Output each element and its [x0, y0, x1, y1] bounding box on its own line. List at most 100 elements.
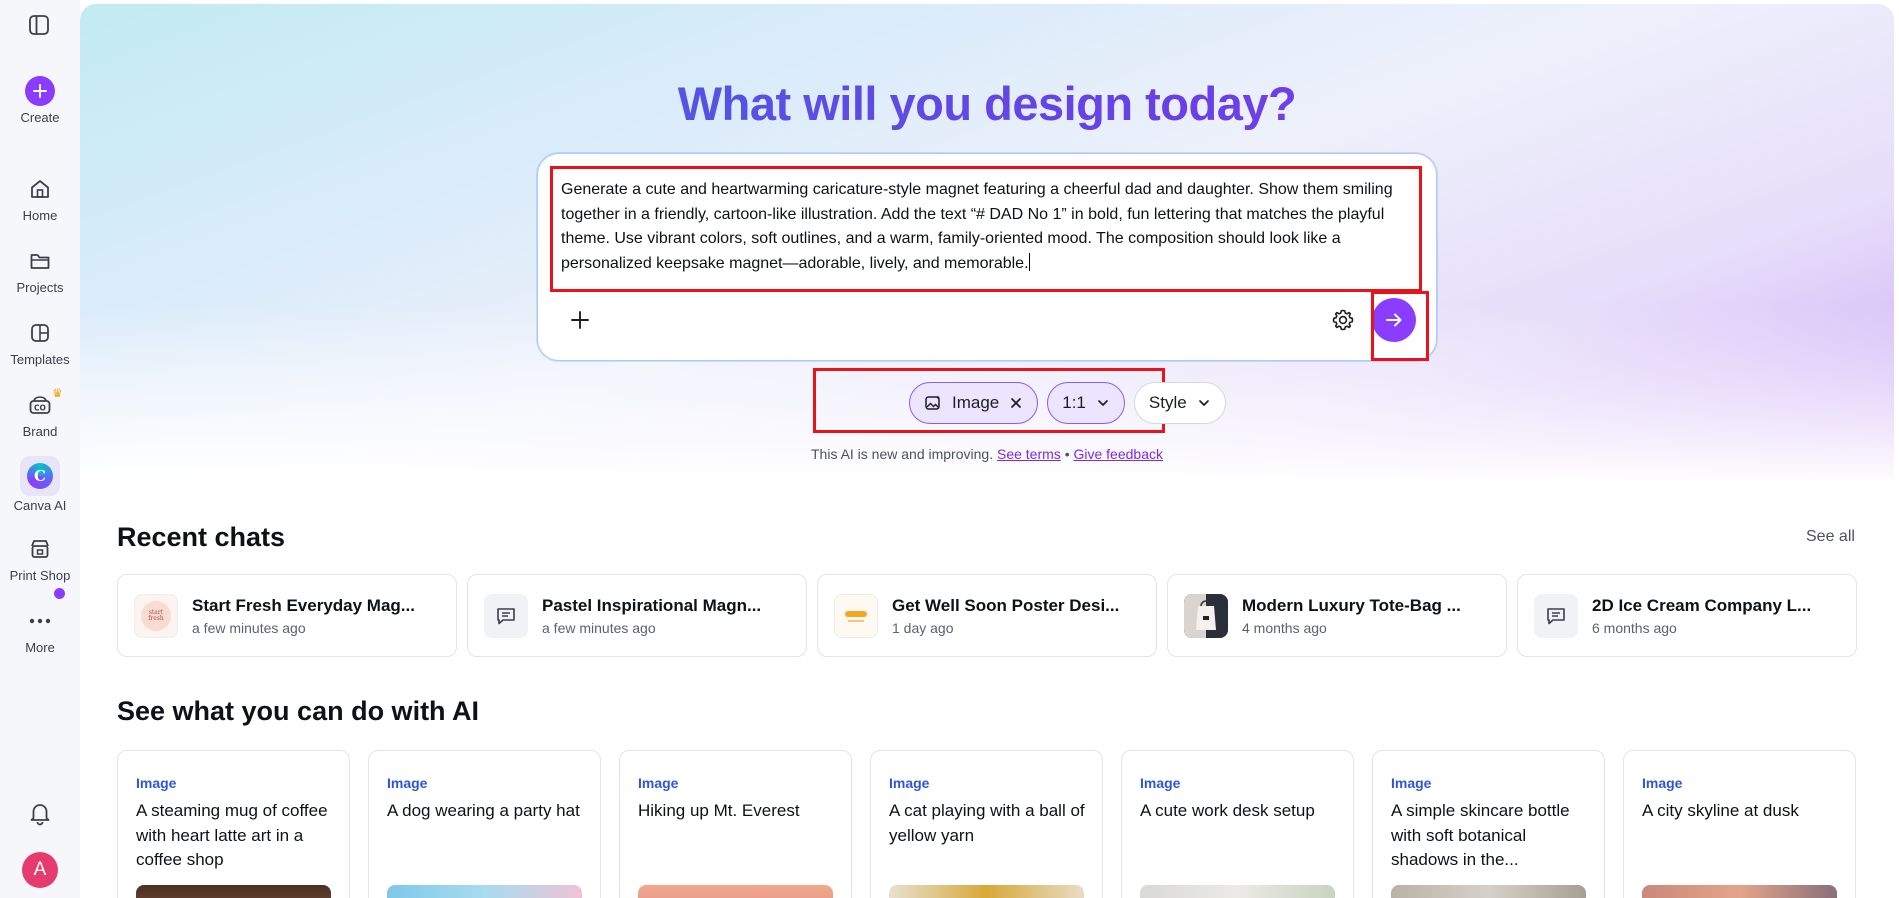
chat-thumbnail	[834, 593, 878, 638]
card-description: A steaming mug of coffee with heart latt…	[136, 801, 328, 869]
sidebar-item-brand[interactable]: ♛ CO Brand	[0, 386, 80, 439]
main-content: What will you design today? Generate a c…	[80, 4, 1894, 898]
sidebar-toggle-icon[interactable]	[28, 14, 52, 38]
chat-title: Start Fresh Everyday Mag...	[192, 595, 415, 615]
card-tag: Image	[136, 775, 177, 791]
disclaimer-text: This AI is new and improving.	[811, 446, 994, 462]
ai-disclaimer: This AI is new and improving. See terms …	[80, 446, 1894, 462]
card-description: Hiking up Mt. Everest	[638, 801, 800, 820]
svg-text:fresh: fresh	[148, 615, 164, 622]
close-icon[interactable]	[1009, 396, 1023, 410]
ai-suggestion-card[interactable]: Image A city skyline at dusk	[1623, 750, 1856, 898]
chat-time: a few minutes ago	[192, 619, 306, 636]
add-button[interactable]	[566, 306, 594, 334]
home-icon	[25, 174, 55, 204]
sidebar-item-label: Canva AI	[13, 498, 67, 513]
card-preview-image	[889, 885, 1084, 898]
card-preview-image	[387, 885, 582, 898]
chat-icon	[484, 593, 528, 638]
card-preview-image	[1391, 885, 1586, 898]
card-description: A dog wearing a party hat	[387, 801, 580, 820]
canva-ai-badge: C	[20, 456, 60, 496]
plus-icon	[25, 76, 55, 106]
card-description: A cute work desk setup	[1140, 801, 1315, 820]
style-chip[interactable]: Style	[1133, 382, 1226, 424]
recent-chats-heading: Recent chats	[117, 522, 286, 552]
card-description: A simple skincare bottle with soft botan…	[1391, 801, 1570, 869]
chat-time: a few minutes ago	[542, 619, 656, 636]
card-description: A cat playing with a ball of yellow yarn	[889, 801, 1085, 845]
card-description: A city skyline at dusk	[1642, 801, 1799, 820]
chat-card[interactable]: Get Well Soon Poster Desi... 1 day ago	[817, 574, 1157, 657]
recent-chats-list: start fresh Start Fresh Everyday Mag... a…	[117, 574, 1857, 657]
brand-icon: CO	[25, 390, 55, 420]
give-feedback-link[interactable]: Give feedback	[1073, 446, 1163, 462]
avatar[interactable]: A	[22, 852, 58, 888]
chat-time: 4 months ago	[1242, 619, 1327, 636]
sidebar-item-label: More	[25, 640, 55, 655]
see-all-link[interactable]: See all	[1806, 528, 1855, 546]
card-tag: Image	[1642, 775, 1683, 791]
chat-icon	[1534, 593, 1578, 638]
card-tag: Image	[1140, 775, 1181, 791]
svg-text:CO: CO	[34, 404, 46, 413]
sidebar-item-label: Create	[20, 110, 60, 125]
text-caret	[1028, 252, 1030, 271]
image-chip[interactable]: Image	[909, 382, 1039, 424]
chat-card[interactable]: start fresh Start Fresh Everyday Mag... a…	[117, 574, 457, 657]
ai-suggestion-card[interactable]: Image A steaming mug of coffee with hear…	[117, 750, 350, 898]
ai-suggestions-list: Image A steaming mug of coffee with hear…	[117, 750, 1856, 898]
disclaimer-separator: •	[1064, 446, 1070, 462]
chat-card[interactable]: Pastel Inspirational Magn... a few minut…	[467, 574, 807, 657]
ai-suggestion-card[interactable]: Image A dog wearing a party hat	[368, 750, 601, 898]
sidebar-item-projects[interactable]: Projects	[0, 246, 80, 295]
shop-icon	[25, 534, 55, 564]
card-tag: Image	[889, 775, 930, 791]
chat-time: 6 months ago	[1592, 619, 1677, 636]
sidebar: Create Home Projects Templates ♛ CO Bran…	[0, 0, 80, 898]
card-tag: Image	[1391, 775, 1432, 791]
sidebar-item-more[interactable]: More	[0, 588, 80, 655]
aspect-ratio-chip[interactable]: 1:1	[1047, 382, 1125, 424]
option-chips: Image 1:1 Style	[909, 382, 1226, 424]
prompt-box: Generate a cute and heartwarming caricat…	[537, 153, 1437, 361]
send-button[interactable]	[1372, 298, 1416, 342]
canva-ai-logo-icon: C	[27, 463, 53, 489]
chevron-down-icon	[1098, 400, 1108, 406]
chat-thumbnail: start fresh	[134, 593, 178, 638]
aspect-ratio-label: 1:1	[1062, 393, 1086, 412]
sidebar-item-home[interactable]: Home	[0, 174, 80, 223]
card-tag: Image	[387, 775, 428, 791]
settings-button[interactable]	[1330, 307, 1356, 333]
chevron-down-icon	[1198, 400, 1209, 406]
chat-card[interactable]: Modern Luxury Tote-Bag ... 4 months ago	[1167, 574, 1507, 657]
chat-card[interactable]: 2D Ice Cream Company L... 6 months ago	[1517, 574, 1857, 657]
card-preview-image	[1140, 885, 1335, 898]
arrow-right-icon	[1386, 313, 1402, 327]
chat-title: Pastel Inspirational Magn...	[542, 595, 762, 615]
sidebar-item-create[interactable]: Create	[0, 76, 80, 125]
chat-thumbnail	[1184, 593, 1228, 638]
plus-icon	[571, 311, 589, 329]
sidebar-item-label: Projects	[16, 280, 64, 295]
see-terms-link[interactable]: See terms	[997, 446, 1061, 462]
sidebar-item-templates[interactable]: Templates	[0, 318, 80, 367]
sidebar-item-label: Templates	[10, 352, 70, 367]
ai-suggestion-card[interactable]: Image A simple skincare bottle with soft…	[1372, 750, 1605, 898]
more-dots-icon	[25, 606, 55, 636]
chat-title: Modern Luxury Tote-Bag ...	[1242, 595, 1461, 615]
sidebar-item-canva-ai[interactable]: C Canva AI	[0, 456, 80, 513]
card-preview-image	[638, 885, 833, 898]
card-preview-image	[136, 885, 331, 898]
ai-suggestion-card[interactable]: Image Hiking up Mt. Everest	[619, 750, 852, 898]
ai-suggestion-card[interactable]: Image A cute work desk setup	[1121, 750, 1354, 898]
card-tag: Image	[638, 775, 679, 791]
prompt-input[interactable]: Generate a cute and heartwarming caricat…	[561, 178, 1406, 276]
notification-dot	[54, 588, 65, 599]
ai-suggestion-card[interactable]: Image A cat playing with a ball of yello…	[870, 750, 1103, 898]
sidebar-item-print-shop[interactable]: Print Shop	[0, 534, 80, 583]
style-chip-label: Style	[1148, 393, 1187, 412]
card-preview-image	[1642, 885, 1837, 898]
image-chip-label: Image	[952, 393, 1000, 412]
bell-icon[interactable]	[27, 800, 53, 831]
